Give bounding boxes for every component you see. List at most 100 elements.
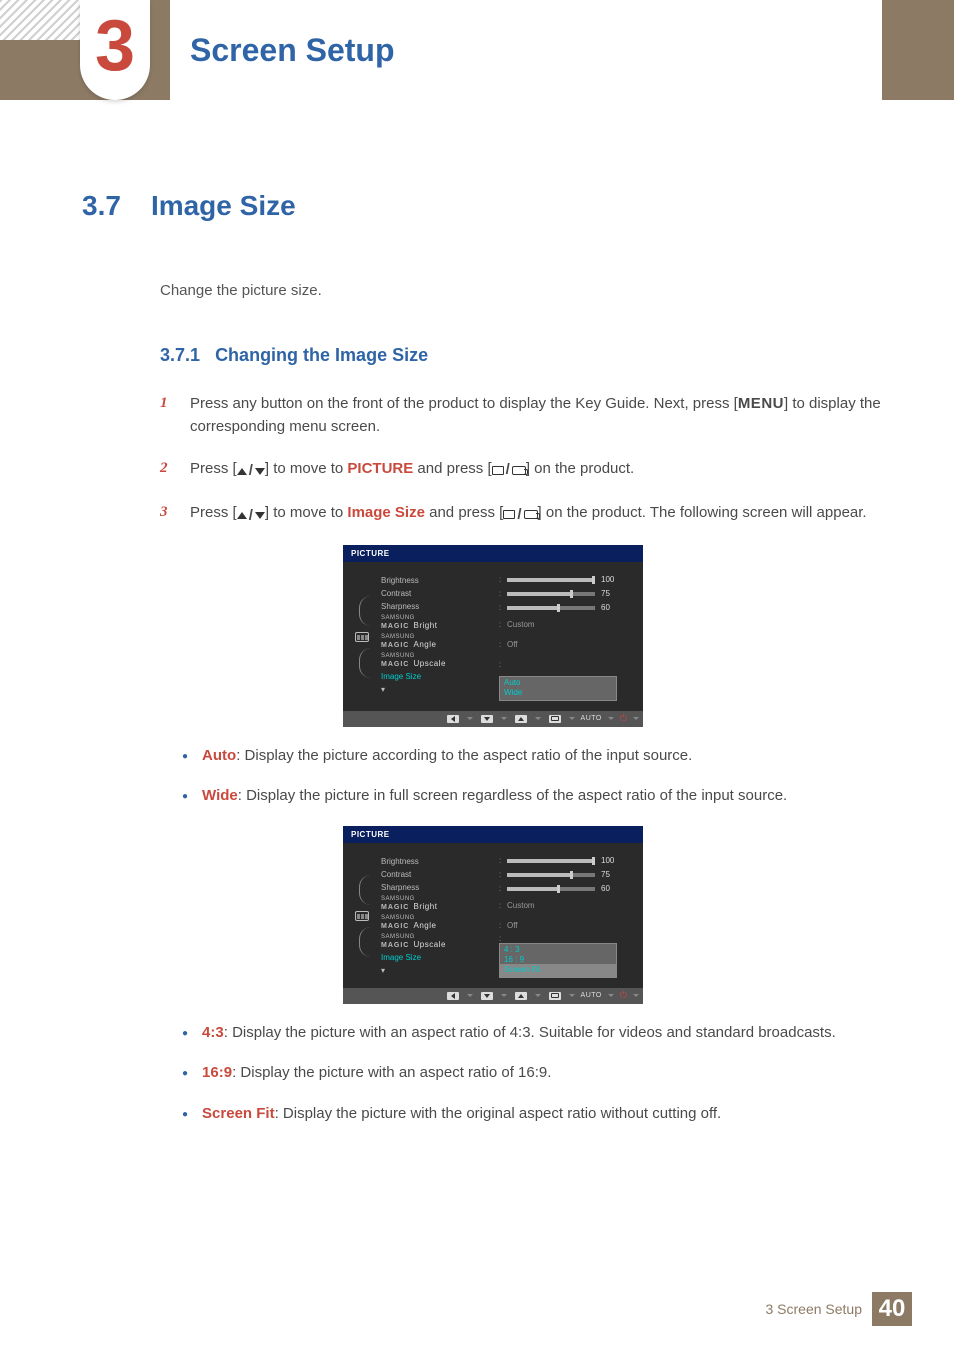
osd-item-brightness: Brightness — [381, 855, 491, 868]
text: ] to move to — [265, 460, 348, 477]
text: Press any button on the front of the pro… — [190, 395, 738, 412]
osd-item-list: Brightness Contrast Sharpness SAMSUNGMAG… — [381, 855, 491, 978]
osd-body: Brightness Contrast Sharpness SAMSUNGMAG… — [343, 843, 643, 988]
osd-title: PICTURE — [343, 545, 643, 562]
slider-brightness — [507, 859, 595, 863]
scroll-down-icon: ▾ — [381, 964, 491, 977]
arc-icon — [359, 648, 371, 678]
page-content: 3.7 Image Size Change the picture size. … — [0, 100, 954, 1125]
chapter-number: 3 — [95, 10, 135, 82]
nav-down-icon — [479, 990, 495, 1002]
osd-item-magic-angle: SAMSUNGMAGIC Angle — [381, 913, 491, 932]
bullet-16-9: ● 16:9: Display the picture with an aspe… — [182, 1062, 904, 1085]
page-number: 40 — [872, 1292, 912, 1326]
value-magic-angle: Off — [507, 640, 518, 649]
auto-label: AUTO — [581, 992, 602, 999]
text: Press [ — [190, 460, 237, 477]
osd-item-magic-upscale: SAMSUNGMAGIC Upscale — [381, 932, 491, 951]
osd-item-brightness: Brightness — [381, 574, 491, 587]
osd-item-magic-upscale: SAMSUNGMAGIC Upscale — [381, 651, 491, 670]
option-text: : Display the picture according to the a… — [236, 747, 692, 764]
osd-item-magic-bright: SAMSUNGMAGIC Bright — [381, 613, 491, 632]
step-number: 1 — [160, 392, 172, 439]
bullet-wide: ● Wide: Display the picture in full scre… — [182, 785, 904, 808]
subsection-number: 3.7.1 — [160, 345, 200, 365]
bullet-dot-icon: ● — [182, 749, 188, 768]
scroll-down-icon: ▾ — [381, 683, 491, 696]
auto-label: AUTO — [581, 715, 602, 722]
arc-icon — [359, 596, 371, 626]
option-text: : Display the picture with the original … — [275, 1105, 722, 1122]
osd-item-image-size: Image Size — [381, 951, 491, 964]
power-icon: ⏻ — [620, 713, 627, 724]
nav-left-icon — [445, 990, 461, 1002]
nav-left-icon — [445, 713, 461, 725]
section-title: Image Size — [151, 190, 296, 222]
osd-values: :100 :75 :60 :Custom :Off : Auto Wide — [499, 574, 635, 701]
nav-enter-icon — [547, 713, 563, 725]
picture-mode-icon — [355, 911, 369, 921]
option-text: : Display the picture with an aspect rat… — [224, 1024, 836, 1041]
picture-mode-icon — [355, 632, 369, 642]
option-label: Wide — [202, 787, 238, 804]
subsection-title: Changing the Image Size — [215, 345, 428, 365]
nav-enter-icon — [547, 990, 563, 1002]
osd-left-icons — [351, 855, 373, 978]
step-3: 3 Press [/] to move to Image Size and pr… — [160, 501, 904, 527]
option-label: 16:9 — [202, 1064, 232, 1081]
option-label: 4:3 — [202, 1024, 224, 1041]
osd-left-icons — [351, 574, 373, 701]
osd-screenshot-2: PICTURE Brightness Contrast Sharpness SA… — [343, 826, 643, 1004]
step-text: Press [/] to move to PICTURE and press [… — [190, 457, 904, 483]
osd-item-contrast: Contrast — [381, 868, 491, 881]
option-label: Screen Fit — [202, 1105, 275, 1122]
value-contrast: 75 — [601, 870, 619, 879]
menu-key-label: MENU — [738, 395, 784, 412]
slider-sharpness — [507, 606, 595, 610]
slider-contrast — [507, 592, 595, 596]
steps-list: 1 Press any button on the front of the p… — [160, 392, 904, 527]
osd-values: :100 :75 :60 :Custom :Off : 4 : 3 16 : 9… — [499, 855, 635, 978]
osd-footer: AUTO ⏻ — [343, 988, 643, 1004]
text: ] on the product. The following screen w… — [538, 504, 867, 521]
image-size-dropdown: Auto Wide — [499, 676, 617, 701]
dropdown-option: Wide — [504, 688, 612, 698]
osd-item-sharpness: Sharpness — [381, 881, 491, 894]
value-magic-bright: Custom — [507, 901, 535, 910]
chapter-title: Screen Setup — [170, 0, 954, 100]
value-sharpness: 60 — [601, 603, 619, 612]
header-right-block — [882, 0, 954, 100]
bullet-dot-icon: ● — [182, 1026, 188, 1045]
chapter-badge: 3 — [80, 0, 150, 100]
step-2: 2 Press [/] to move to PICTURE and press… — [160, 457, 904, 483]
step-text: Press [/] to move to Image Size and pres… — [190, 501, 904, 527]
text: ] on the product. — [526, 460, 634, 477]
enter-key-icon: / — [492, 458, 526, 481]
bullet-dot-icon: ● — [182, 789, 188, 808]
step-number: 3 — [160, 501, 172, 527]
image-size-dropdown: 4 : 3 16 : 9 Screen Fit — [499, 943, 617, 978]
step-1: 1 Press any button on the front of the p… — [160, 392, 904, 439]
bullet-dot-icon: ● — [182, 1066, 188, 1085]
section-number: 3.7 — [82, 190, 121, 222]
bullet-4-3: ● 4:3: Display the picture with an aspec… — [182, 1022, 904, 1045]
up-down-key-icon: / — [237, 504, 265, 527]
value-magic-angle: Off — [507, 921, 518, 930]
osd-screenshot-1: PICTURE Brightness Contrast Sharpness SA… — [343, 545, 643, 727]
page-footer: 3 Screen Setup 40 — [0, 1292, 954, 1326]
section-intro: Change the picture size. — [160, 282, 904, 299]
footer-chapter-label: 3 Screen Setup — [765, 1301, 862, 1317]
osd-body: Brightness Contrast Sharpness SAMSUNGMAG… — [343, 562, 643, 711]
value-brightness: 100 — [601, 856, 619, 865]
text: Press [ — [190, 504, 237, 521]
slider-contrast — [507, 873, 595, 877]
bullet-auto: ● Auto: Display the picture according to… — [182, 745, 904, 768]
option-text: : Display the picture in full screen reg… — [238, 787, 787, 804]
value-brightness: 100 — [601, 575, 619, 584]
up-down-key-icon: / — [237, 459, 265, 482]
slider-brightness — [507, 578, 595, 582]
bullet-dot-icon: ● — [182, 1107, 188, 1126]
osd-item-list: Brightness Contrast Sharpness SAMSUNGMAG… — [381, 574, 491, 701]
dropdown-option: 4 : 3 — [504, 945, 612, 955]
text: and press [ — [413, 460, 491, 477]
